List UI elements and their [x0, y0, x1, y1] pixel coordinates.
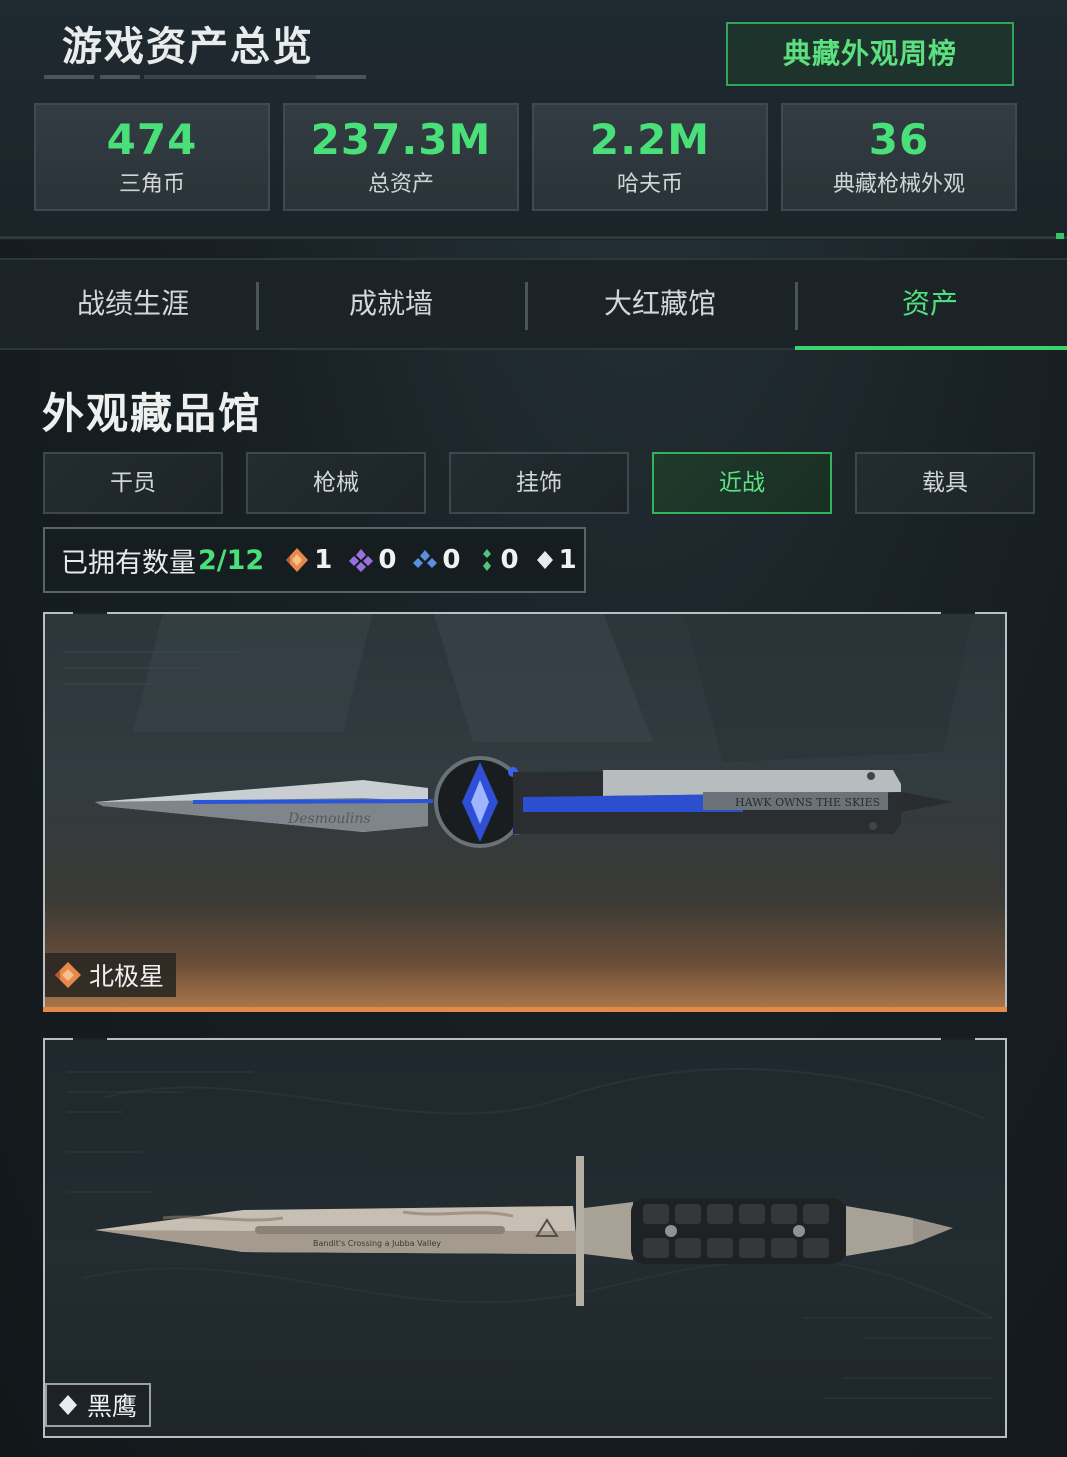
- stat-card-collection-skins: 36 典藏枪械外观: [781, 103, 1017, 211]
- rarity-count-purple: 0: [346, 545, 396, 575]
- main-tab-bar: 战绩生涯 成就墙 大红藏馆 资产: [0, 258, 1067, 350]
- owned-count: 2/12: [198, 544, 265, 576]
- rarity-count-blue: 0: [410, 545, 461, 575]
- header-accent: [1056, 233, 1064, 239]
- tab-red-collection[interactable]: 大红藏馆: [527, 260, 793, 350]
- stat-label: 典藏枪械外观: [832, 172, 965, 197]
- category-firearm[interactable]: 枪械: [246, 452, 426, 514]
- item-name: 北极星: [89, 962, 165, 991]
- item-name: 黑鹰: [87, 1392, 138, 1421]
- frame-notch: [941, 612, 975, 614]
- white-diamond-icon: [59, 1395, 77, 1415]
- header-divider: [0, 236, 1067, 239]
- stat-value: 36: [868, 115, 930, 164]
- title-underline: [44, 75, 370, 80]
- category-charm[interactable]: 挂饰: [449, 452, 629, 514]
- rarity-count-value: 0: [442, 545, 461, 575]
- frame-notch: [73, 1038, 107, 1040]
- category-melee[interactable]: 近战: [652, 452, 832, 514]
- blue-diamond-icon: [413, 550, 438, 568]
- blade-engraving: Bandit's Crossing a Jubba Valley: [313, 1239, 441, 1248]
- item-name-tag: 黑鹰: [45, 1383, 152, 1427]
- tab-assets[interactable]: 资产: [797, 260, 1063, 350]
- section-title: 外观藏品馆: [42, 389, 263, 438]
- stat-card-haf-coin: 2.2M 哈夫币: [532, 103, 768, 211]
- stat-value: 237.3M: [310, 115, 492, 164]
- rarity-count-value: 0: [500, 545, 519, 575]
- orange-diamond-icon: [286, 548, 309, 572]
- black-hawk-knife-image: Bandit's Crossing a Jubba Valley: [95, 1156, 953, 1306]
- frame-notch: [73, 612, 107, 614]
- weekly-ranking-button[interactable]: 典藏外观周榜: [726, 22, 1014, 86]
- stat-label: 总资产: [367, 172, 434, 197]
- stat-card-total-assets: 237.3M 总资产: [283, 103, 519, 211]
- green-diamond-icon: [482, 549, 491, 571]
- tab-achievements[interactable]: 成就墙: [258, 260, 524, 350]
- tab-career[interactable]: 战绩生涯: [0, 260, 266, 350]
- active-tab-indicator: [795, 346, 1067, 350]
- handle-engraving: HAWK OWNS THE SKIES: [735, 796, 880, 809]
- stat-value: 2.2M: [589, 115, 711, 164]
- category-vehicle[interactable]: 载具: [855, 452, 1035, 514]
- rarity-count-value: 0: [378, 545, 397, 575]
- item-card-black-hawk[interactable]: Bandit's Crossing a Jubba Valley 黑鹰: [43, 1038, 1007, 1438]
- polaris-knife-image: Desmoulins HAWK OWNS THE SKIES: [95, 756, 953, 848]
- rarity-count-value: 1: [558, 545, 577, 575]
- frame-notch: [941, 1038, 975, 1040]
- white-diamond-icon: [536, 551, 553, 569]
- item-card-polaris[interactable]: Desmoulins HAWK OWNS THE SKIES 北极星: [43, 612, 1007, 1012]
- stat-label: 三角币: [118, 172, 185, 197]
- asset-header: 游戏资产总览 典藏外观周榜 474 三角币 237.3M 总资产 2.2M 哈夫…: [0, 0, 1067, 240]
- blade-engraving: Desmoulins: [287, 811, 371, 827]
- category-operator[interactable]: 干员: [43, 452, 223, 514]
- asset-overview-page: 游戏资产总览 典藏外观周榜 474 三角币 237.3M 总资产 2.2M 哈夫…: [0, 0, 1067, 1457]
- item-name-tag: 北极星: [45, 953, 177, 997]
- rarity-count-orange: 1: [282, 545, 332, 575]
- rarity-glow-bar: [43, 1007, 1007, 1012]
- owned-count-bar: 已拥有数量 2/12 1 0 0 0 1: [43, 527, 586, 593]
- stat-card-triangle-coin: 474 三角币: [34, 103, 270, 211]
- page-title: 游戏资产总览: [62, 24, 314, 70]
- orange-diamond-icon: [55, 962, 81, 988]
- rarity-count-white: 1: [533, 545, 577, 575]
- owned-label: 已拥有数量: [61, 547, 196, 579]
- stat-value: 474: [106, 115, 198, 164]
- purple-diamond-icon: [349, 549, 374, 572]
- rarity-count-green: 0: [475, 545, 519, 575]
- stat-label: 哈夫币: [616, 172, 683, 197]
- rarity-count-value: 1: [314, 545, 333, 575]
